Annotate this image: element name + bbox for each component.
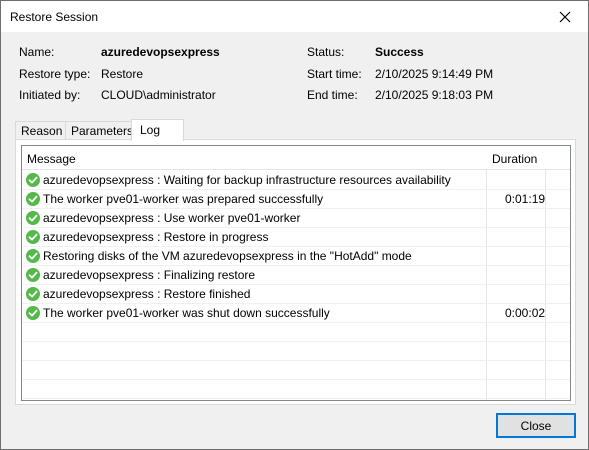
success-check-icon (26, 211, 40, 225)
title-bar: Restore Session (1, 1, 588, 32)
initiated-by-label: Initiated by: (19, 88, 81, 102)
close-window-button[interactable] (542, 1, 588, 32)
tab-log[interactable]: Log (131, 119, 184, 141)
log-message: azuredevopsexpress : Use worker pve01-wo… (43, 211, 301, 225)
log-message: The worker pve01-worker was prepared suc… (43, 192, 324, 206)
name-label: Name: (19, 45, 55, 59)
log-row[interactable]: azuredevopsexpress : Restore finished (22, 285, 570, 304)
success-check-icon (26, 287, 40, 301)
end-time-label: End time: (307, 88, 358, 102)
success-check-icon (26, 249, 40, 263)
restore-session-dialog: Restore Session Name: azuredevopsexpress… (0, 0, 589, 450)
success-check-icon (26, 173, 40, 187)
status-label: Status: (307, 45, 345, 59)
log-tab-panel: Message Duration azuredevopsexpress : Wa… (15, 139, 576, 405)
log-list[interactable]: Message Duration azuredevopsexpress : Wa… (21, 145, 571, 401)
log-message: The worker pve01-worker was shut down su… (43, 306, 330, 320)
log-row[interactable]: azuredevopsexpress : Waiting for backup … (22, 171, 570, 190)
log-row[interactable]: azuredevopsexpress : Restore in progress (22, 228, 570, 247)
success-check-icon (26, 192, 40, 206)
log-message: azuredevopsexpress : Finalizing restore (43, 268, 256, 282)
restore-type-label: Restore type: (19, 67, 91, 81)
start-time-value: 2/10/2025 9:14:49 PM (375, 67, 494, 81)
close-button[interactable]: Close (496, 413, 576, 438)
tab-parameters[interactable]: Parameters (65, 121, 133, 140)
close-icon (559, 11, 571, 22)
log-message: azuredevopsexpress : Waiting for backup … (43, 173, 451, 187)
end-time-value: 2/10/2025 9:18:03 PM (375, 88, 494, 102)
log-duration: 0:00:02 (505, 306, 546, 320)
log-row[interactable]: azuredevopsexpress : Finalizing restore (22, 266, 570, 285)
start-time-label: Start time: (307, 67, 362, 81)
empty-row (22, 380, 570, 399)
tab-reason[interactable]: Reason (15, 121, 66, 140)
log-message: azuredevopsexpress : Restore in progress (43, 230, 269, 244)
empty-row (22, 361, 570, 380)
log-message: azuredevopsexpress : Restore finished (43, 287, 251, 301)
log-row[interactable]: Restoring disks of the VM azuredevopsexp… (22, 247, 570, 266)
log-row[interactable]: The worker pve01-worker was shut down su… (22, 304, 570, 323)
name-value: azuredevopsexpress (101, 45, 220, 59)
log-message: Restoring disks of the VM azuredevopsexp… (43, 249, 412, 263)
column-header-duration[interactable]: Duration (492, 152, 537, 166)
log-row[interactable]: The worker pve01-worker was prepared suc… (22, 190, 570, 209)
column-header-message[interactable]: Message (27, 152, 76, 166)
restore-type-value: Restore (101, 67, 144, 81)
empty-row (22, 323, 570, 342)
log-duration: 0:01:19 (505, 192, 546, 206)
success-check-icon (26, 230, 40, 244)
empty-row (22, 342, 570, 361)
initiated-by-value: CLOUD\administrator (101, 88, 216, 102)
log-row[interactable]: azuredevopsexpress : Use worker pve01-wo… (22, 209, 570, 228)
window-title: Restore Session (10, 10, 99, 24)
log-header: Message Duration (22, 146, 570, 170)
success-check-icon (26, 306, 40, 320)
success-check-icon (26, 268, 40, 282)
status-value: Success (375, 45, 424, 59)
